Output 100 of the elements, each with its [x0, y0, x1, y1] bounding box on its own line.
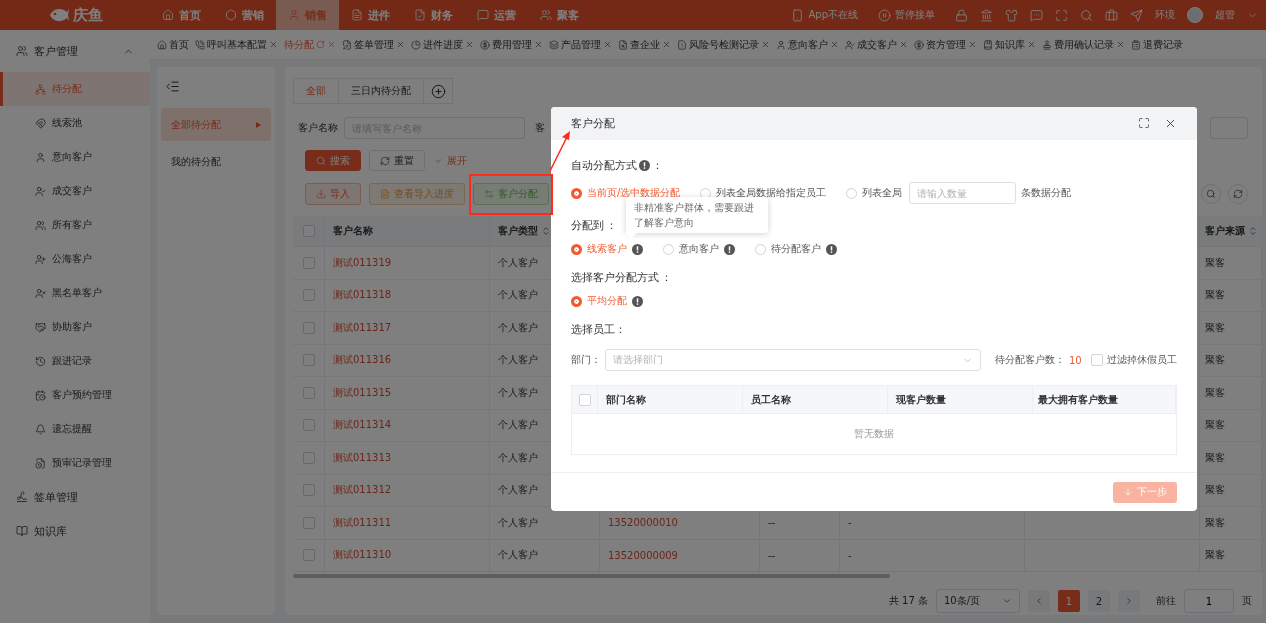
status-item[interactable]: App不在线 [791, 8, 858, 22]
sub-nav-item[interactable]: 我的待分配 [161, 145, 271, 178]
close-icon[interactable] [662, 40, 671, 49]
checkbox[interactable] [302, 289, 315, 302]
page-tab[interactable]: 成交客户 [842, 37, 911, 52]
page-tab[interactable]: 资方管理 [911, 37, 980, 52]
page-tab[interactable]: 进件进度 [408, 37, 477, 52]
action-button[interactable]: 重置 [369, 150, 425, 171]
page-tab[interactable]: 呼叫基本配置 [192, 37, 281, 52]
checkbox[interactable] [302, 256, 315, 269]
page-field[interactable]: 1 [1184, 589, 1234, 613]
sidebar-item[interactable]: 协助客户 [0, 310, 150, 344]
nav-item[interactable]: 财务 [402, 0, 465, 30]
page-button[interactable]: 1 [1058, 590, 1080, 612]
close-icon[interactable] [534, 40, 543, 49]
page-tab[interactable]: 退费记录 [1128, 37, 1186, 52]
sidebar-item[interactable]: 客户预约管理 [0, 378, 150, 412]
close-icon[interactable] [396, 40, 405, 49]
next-page-button[interactable] [1118, 590, 1140, 612]
page-tab[interactable]: 风险号检测记录 [674, 37, 773, 52]
checkbox[interactable] [578, 393, 591, 406]
customer-name-link[interactable]: 测试011312 [325, 474, 490, 506]
status-item[interactable]: 暂停接单 [878, 8, 935, 22]
sidebar-item[interactable]: 公海客户 [0, 242, 150, 276]
action-button[interactable]: 搜索 [305, 150, 361, 171]
customer-name-link[interactable]: 测试011315 [325, 377, 490, 409]
close-icon[interactable] [1027, 40, 1036, 49]
sidebar-item[interactable]: 所有客户 [0, 208, 150, 242]
department-select[interactable]: 请选择部门 [605, 349, 981, 371]
layers-icon [549, 39, 559, 50]
customer-name-link[interactable]: 测试011311 [325, 507, 490, 539]
user-name[interactable]: 超管 [1215, 8, 1235, 22]
nav-item[interactable]: 运营 [465, 0, 528, 30]
nav-item[interactable]: 进件 [339, 0, 402, 30]
checkbox[interactable] [302, 354, 315, 367]
page-button[interactable]: 2 [1088, 590, 1110, 612]
environment-label[interactable]: 环境 [1155, 8, 1175, 22]
close-icon[interactable] [603, 40, 612, 49]
sidebar-item[interactable]: 成交客户 [0, 174, 150, 208]
sidebar-item[interactable]: 意向客户 [0, 140, 150, 174]
customer-name-link[interactable]: 测试011310 [325, 539, 490, 571]
page-tab[interactable]: 费用管理 [477, 37, 546, 52]
nav-item[interactable]: 聚客 [528, 0, 591, 30]
page-tab[interactable]: 知识库 [980, 37, 1039, 52]
checkbox[interactable] [302, 549, 315, 562]
close-icon[interactable] [761, 40, 770, 49]
checkbox[interactable] [302, 321, 315, 334]
page-tab[interactable]: 费用确认记录 [1039, 37, 1128, 52]
filter-tab[interactable]: 三日内待分配 [339, 79, 424, 103]
sidebar-group[interactable]: 签单管理 [0, 480, 150, 514]
sidebar-group[interactable]: 客户管理 [0, 30, 150, 72]
close-icon[interactable] [465, 40, 474, 49]
page-tab[interactable]: 意向客户 [773, 37, 842, 52]
checkbox[interactable] [302, 451, 315, 464]
checkbox[interactable] [1091, 354, 1103, 366]
count-field[interactable]: 请输入数量 [909, 182, 1017, 204]
filter-tab[interactable]: 全部 [294, 79, 339, 103]
page-size-select[interactable]: 10条/页 [936, 589, 1020, 613]
customer-name-link[interactable]: 测试011317 [325, 312, 490, 344]
page-tab[interactable]: 产品管理 [546, 37, 615, 52]
customer-name-link[interactable]: 测试011313 [325, 442, 490, 474]
close-icon[interactable] [1116, 40, 1125, 49]
checkbox[interactable] [302, 225, 315, 237]
toolbar-button[interactable]: 导入 [305, 183, 361, 205]
page-tab[interactable]: 待分配 [281, 37, 339, 52]
previous-page-button[interactable] [1028, 590, 1050, 612]
sidebar-item[interactable]: 待分配 [0, 72, 150, 106]
close-icon[interactable] [830, 40, 839, 49]
close-icon[interactable] [327, 40, 336, 49]
radio-button[interactable] [571, 187, 582, 199]
customer-name-link[interactable]: 测试011318 [325, 279, 490, 311]
page-tab[interactable]: 签单管理 [339, 37, 408, 52]
sidebar-item[interactable]: 遗忘提醒 [0, 412, 150, 446]
page-tab[interactable]: 首页 [154, 37, 192, 52]
checkbox[interactable] [302, 516, 315, 529]
sidebar-group[interactable]: 知识库 [0, 514, 150, 548]
close-icon[interactable] [269, 40, 278, 49]
checkbox[interactable] [302, 419, 315, 432]
sidebar-item[interactable]: 线索池 [0, 106, 150, 140]
nav-item[interactable]: 营销 [213, 0, 276, 30]
expand-link[interactable]: 展开 [433, 150, 467, 171]
page-tab[interactable]: 查企业 [615, 37, 674, 52]
sub-nav-item[interactable]: 全部待分配 [161, 108, 271, 141]
sidebar-item[interactable]: 黑名单客户 [0, 276, 150, 310]
users-icon [16, 45, 28, 57]
customer-name-link[interactable]: 测试011314 [325, 409, 490, 441]
info-icon [632, 243, 643, 255]
table-cell: 聚客 [1200, 442, 1262, 474]
customer-name-link[interactable]: 测试011319 [325, 247, 490, 279]
radio-button[interactable] [571, 243, 582, 255]
nav-item[interactable]: 首页 [150, 0, 213, 30]
sidebar-item[interactable]: 跟进记录 [0, 344, 150, 378]
checkbox[interactable] [302, 484, 315, 497]
filter-label: 客 [535, 121, 545, 135]
close-icon[interactable] [968, 40, 977, 49]
checkbox[interactable] [302, 386, 315, 399]
close-icon[interactable] [899, 40, 908, 49]
radio-button[interactable] [571, 295, 582, 307]
customer-name-link[interactable]: 测试011316 [325, 344, 490, 376]
sidebar-item[interactable]: 预审记录管理 [0, 446, 150, 480]
